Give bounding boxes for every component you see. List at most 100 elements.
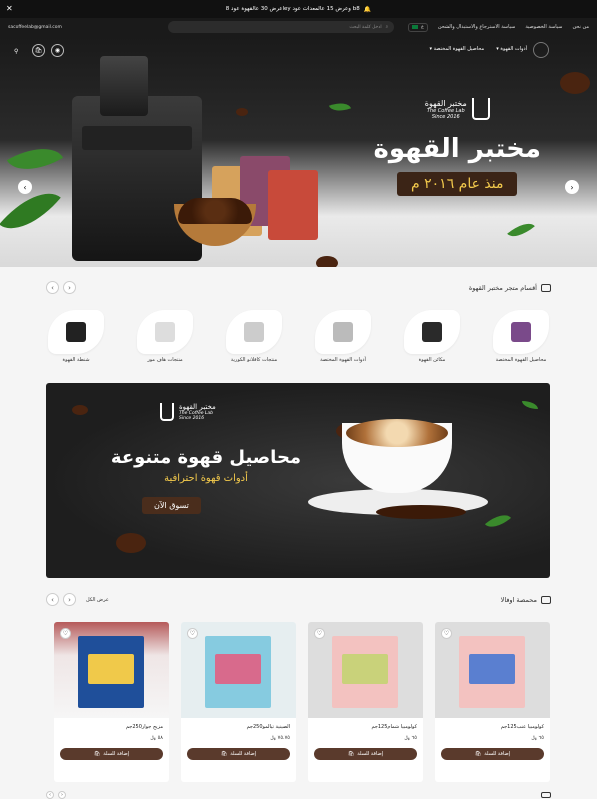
- categories-nav: ‹ ›: [46, 281, 76, 294]
- products-nav: ‹ › عرض الكل: [46, 593, 109, 606]
- categories-prev-button[interactable]: ‹: [46, 281, 59, 294]
- products-prev-button[interactable]: ‹: [46, 593, 59, 606]
- category-item[interactable]: منتجات هاف مور: [135, 310, 195, 363]
- coffee-bag: [268, 170, 318, 240]
- categories-title: أقسام متجر مختبر القهوة: [468, 283, 551, 292]
- page: ✕ عرض 30 عالقهوة عود 8ley وعرض 15 عالمعد…: [0, 0, 597, 799]
- products-next-button[interactable]: ›: [63, 593, 76, 606]
- search-input[interactable]: ⌕ ادخل كلمة البحث: [168, 21, 395, 33]
- category-tile: [493, 310, 549, 354]
- cart-icon: 🛍: [347, 751, 355, 757]
- announcement-bar: ✕ عرض 30 عالقهوة عود 8ley وعرض 15 عالمعد…: [0, 0, 597, 18]
- category-item[interactable]: منتجات كافلانو الكورية: [224, 310, 284, 363]
- coffee-cup-icon: [541, 792, 551, 798]
- product-card[interactable]: ♡ كولومبيا عنب125جم ٦٥ ﷼ 🛍 إضافة للسلة: [435, 622, 550, 782]
- nav-returns[interactable]: سياسة الاسترجاع والاستبدال والشحن: [438, 24, 516, 30]
- bean-decoration: [560, 72, 590, 94]
- leaf-decoration: [484, 508, 512, 534]
- product-box-window: [469, 654, 515, 684]
- main-nav: أدوات القهوة ▾ محاصيل القهوة المختصة ▾: [429, 46, 527, 52]
- brand-since-small: Since 2016: [431, 113, 460, 120]
- nav-specialty[interactable]: محاصيل القهوة المختصة ▾: [429, 46, 484, 52]
- cart-icon[interactable]: 🛍: [32, 44, 45, 57]
- wishlist-icon[interactable]: ⚲: [14, 48, 18, 55]
- heart-icon[interactable]: ♡: [441, 628, 452, 639]
- product-name[interactable]: كولومبيا عنب125جم: [435, 718, 550, 730]
- search-placeholder: ادخل كلمة البحث: [349, 24, 382, 30]
- announcement-text: عرض 30 عالقهوة عود 8ley وعرض 15 عالمعدات…: [225, 6, 360, 12]
- bell-icon: 🔔: [363, 5, 372, 13]
- category-item[interactable]: أدوات القهوة المختصة: [313, 310, 373, 363]
- machine-panel: [82, 126, 192, 150]
- site-logo[interactable]: [533, 42, 549, 58]
- add-to-cart-button[interactable]: 🛍 إضافة للسلة: [60, 748, 163, 760]
- contact-email[interactable]: sacoffeelab@gmail.com: [8, 25, 62, 30]
- add-to-cart-button[interactable]: 🛍 إضافة للسلة: [314, 748, 417, 760]
- categories-title-text: أقسام متجر مختبر القهوة: [468, 283, 537, 292]
- product-name[interactable]: الصينية تيالمو250جم: [181, 718, 296, 730]
- products-title-text: محمصة اوفالا: [500, 595, 537, 604]
- heart-icon[interactable]: ♡: [60, 628, 71, 639]
- nav-tools-label: أدوات القهوة: [500, 46, 527, 52]
- brand-sub: The Coffee Lab: [426, 107, 465, 114]
- product-card[interactable]: ♡ كولومبيا شمام125جم ٦٥ ﷼ 🛍 إضافة للسلة: [308, 622, 423, 782]
- category-item[interactable]: محاصيل القهوة المختصة: [491, 310, 551, 363]
- account-icon[interactable]: ◉: [51, 44, 64, 57]
- category-label: أدوات القهوة المختصة: [320, 357, 366, 363]
- bean-decoration: [236, 108, 248, 116]
- category-label: شنطة القهوة: [62, 357, 90, 363]
- next-section-next-button[interactable]: ›: [58, 791, 66, 799]
- heart-icon[interactable]: ♡: [187, 628, 198, 639]
- product-name[interactable]: كولومبيا شمام125جم: [308, 718, 423, 730]
- coffee-cup-icon: [541, 595, 551, 604]
- hero-prev-button[interactable]: ‹: [18, 180, 32, 194]
- leaf-decoration: [6, 135, 64, 183]
- category-label: منتجات كافلانو الكورية: [230, 357, 278, 363]
- close-icon[interactable]: ✕: [6, 3, 13, 15]
- nav-privacy[interactable]: سياسة الخصوصية: [525, 24, 562, 30]
- view-all-link[interactable]: عرض الكل: [86, 597, 109, 603]
- category-item[interactable]: مكائن القهوة: [402, 310, 462, 363]
- hero-title: مختبر القهوة: [373, 134, 542, 164]
- product-box: [205, 636, 271, 708]
- hero-since: منذ عام ٢٠١٦ م: [397, 172, 518, 196]
- cup-logo-icon: [160, 403, 174, 421]
- product-card[interactable]: ♡ الصينية تيالمو250جم ٧٥.٧٥ ﷼ 🛍 إضافة للس…: [181, 622, 296, 782]
- leaf-decoration: [522, 401, 538, 409]
- leaf-decoration: [328, 98, 352, 116]
- hero-banner: أدوات القهوة ▾ محاصيل القهوة المختصة ▾ 🛍…: [0, 36, 597, 267]
- category-thumb: [244, 322, 264, 342]
- language-switch[interactable]: ع: [408, 22, 428, 32]
- product-image: ♡: [435, 622, 550, 718]
- category-tile: [226, 310, 282, 354]
- next-section-prev-button[interactable]: ‹: [46, 791, 54, 799]
- header-nav: من نحن سياسة الخصوصية سياسة الاسترجاع وا…: [438, 24, 589, 30]
- add-to-cart-label: إضافة للسلة: [357, 751, 384, 757]
- categories-next-button[interactable]: ›: [63, 281, 76, 294]
- leaf-decoration: [507, 217, 535, 243]
- product-box-window: [342, 654, 388, 684]
- product-name[interactable]: مزيج جوار250جم: [54, 718, 169, 730]
- product-card[interactable]: ♡ مزيج جوار250جم ٥٨ ﷼ 🛍 إضافة للسلة: [54, 622, 169, 782]
- add-to-cart-button[interactable]: 🛍 إضافة للسلة: [441, 748, 544, 760]
- espresso-machine-image: [72, 56, 202, 261]
- category-thumb: [422, 322, 442, 342]
- product-box: [78, 636, 144, 708]
- cart-icon: 🛍: [474, 751, 482, 757]
- banner-brand-name: مختبر القهوة: [179, 403, 216, 411]
- next-section-nav: ‹ ›: [46, 791, 66, 799]
- category-tile: [404, 310, 460, 354]
- category-label: منتجات هاف مور: [147, 357, 183, 363]
- shop-now-button[interactable]: تسوق الآن: [142, 497, 201, 514]
- category-label: مكائن القهوة: [418, 357, 446, 363]
- category-item[interactable]: شنطة القهوة: [46, 310, 106, 363]
- promo-banner[interactable]: مختبر القهوة The Coffee Lab Since 2016 م…: [46, 383, 550, 578]
- add-to-cart-label: إضافة للسلة: [230, 751, 257, 757]
- product-box: [459, 636, 525, 708]
- nav-about[interactable]: من نحن: [573, 24, 590, 30]
- category-tile: [137, 310, 193, 354]
- hero-next-button[interactable]: ›: [565, 180, 579, 194]
- add-to-cart-button[interactable]: 🛍 إضافة للسلة: [187, 748, 290, 760]
- heart-icon[interactable]: ♡: [314, 628, 325, 639]
- nav-tools[interactable]: أدوات القهوة ▾: [496, 46, 527, 52]
